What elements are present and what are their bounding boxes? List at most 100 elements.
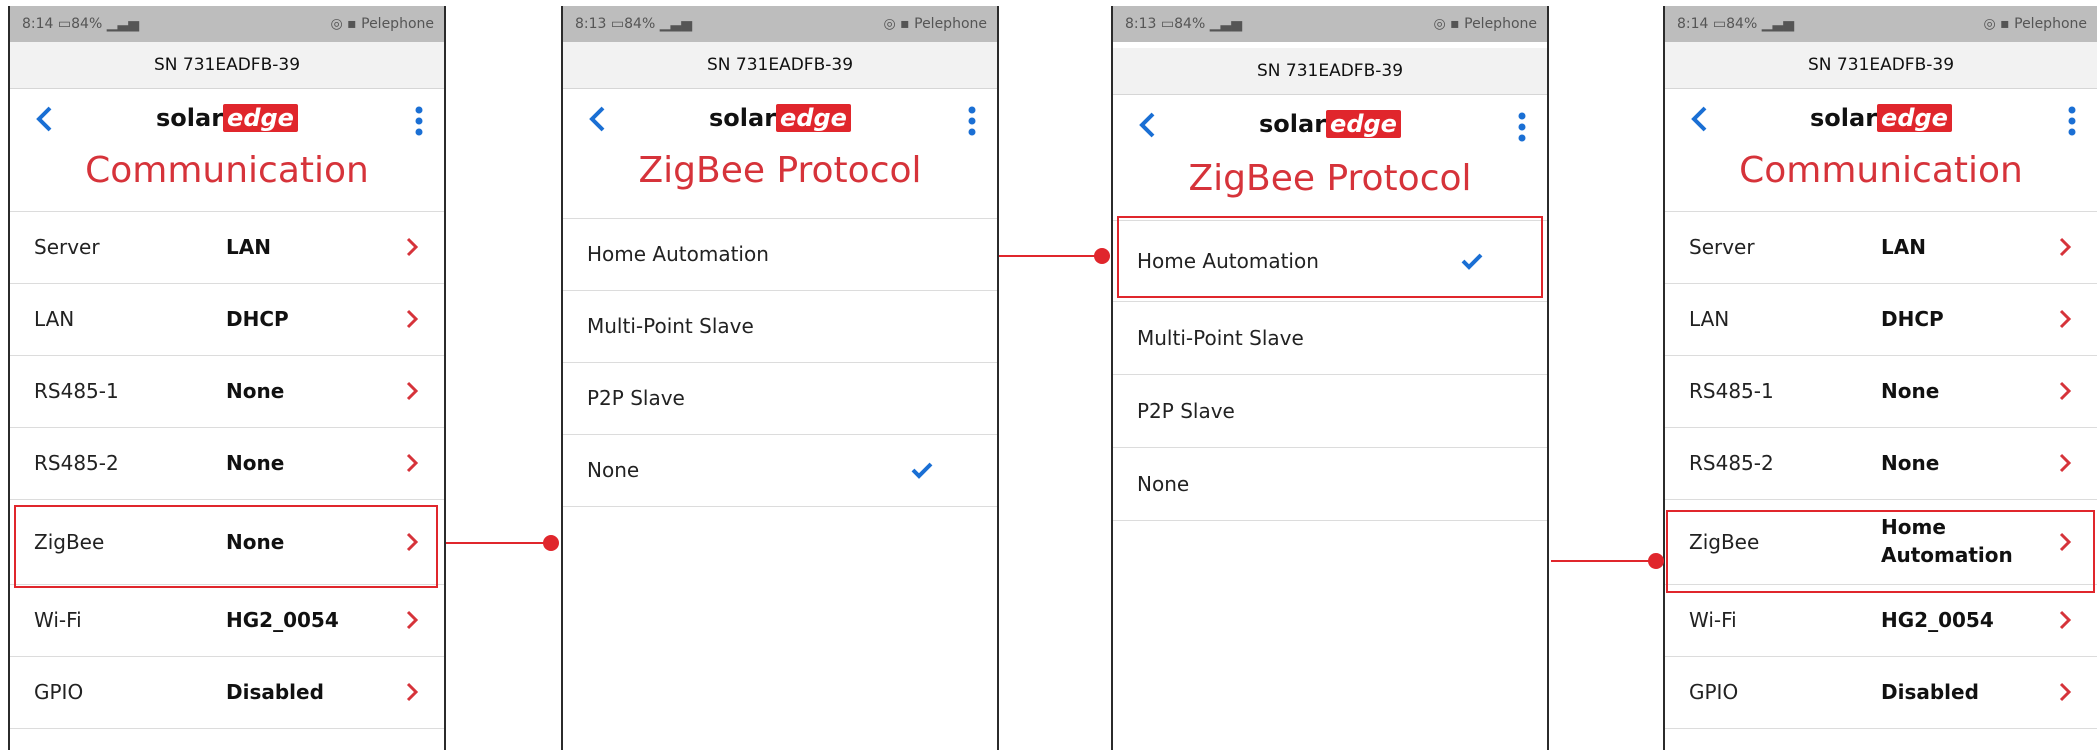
camera-icon: ◎ bbox=[1433, 16, 1446, 32]
list-item-wifi[interactable]: Wi-Fi HG2_0054 bbox=[10, 585, 444, 657]
more-menu-icon[interactable] bbox=[414, 106, 424, 136]
status-time: 8:13 bbox=[1125, 16, 1157, 32]
checkmark-icon bbox=[911, 462, 933, 479]
serial-number: SN 731EADFB-39 bbox=[1665, 42, 2097, 89]
chevron-right-icon bbox=[406, 453, 419, 473]
connector-line-1 bbox=[446, 542, 550, 544]
phone-screen-zigbee-protocol-after: 8:13 ▭84% ▁▃▅ ◎ ▪ Pelephone SN 731EADFB-… bbox=[1111, 6, 1549, 750]
list-item-gpio[interactable]: GPIO Disabled bbox=[10, 657, 444, 729]
chevron-right-icon bbox=[2059, 532, 2072, 552]
battery-level: 84% bbox=[1726, 16, 1758, 32]
list-item-zigbee[interactable]: ZigBee None bbox=[10, 500, 444, 585]
row-value: None bbox=[226, 530, 285, 554]
chevron-right-icon bbox=[406, 682, 419, 702]
row-value: HG2_0054 bbox=[1881, 608, 1994, 632]
status-bar: 8:13 ▭84% ▁▃▅ ◎ ▪ Pelephone bbox=[1113, 6, 1547, 42]
option-multi-point-slave[interactable]: Multi-Point Slave bbox=[563, 291, 997, 363]
option-none[interactable]: None bbox=[563, 435, 997, 507]
chevron-right-icon bbox=[2059, 453, 2072, 473]
option-none[interactable]: None bbox=[1113, 448, 1547, 521]
row-value: LAN bbox=[1881, 235, 1926, 259]
option-label: Multi-Point Slave bbox=[1137, 326, 1304, 350]
option-p2p-slave[interactable]: P2P Slave bbox=[563, 363, 997, 435]
more-menu-icon[interactable] bbox=[967, 106, 977, 136]
row-label: GPIO bbox=[1689, 680, 1739, 704]
battery-level: 84% bbox=[624, 16, 656, 32]
option-label: P2P Slave bbox=[1137, 399, 1235, 423]
option-home-automation[interactable]: Home Automation bbox=[563, 219, 997, 291]
signal-icon: ▁▃▅ bbox=[659, 16, 693, 32]
list-item-wifi[interactable]: Wi-Fi HG2_0054 bbox=[1665, 585, 2097, 657]
list-item-server[interactable]: Server LAN bbox=[1665, 212, 2097, 284]
carrier-name: Pelephone bbox=[1464, 16, 1537, 32]
page-title: ZigBee Protocol bbox=[638, 150, 922, 191]
signal-icon: ▁▃▅ bbox=[1761, 16, 1795, 32]
row-label: Wi-Fi bbox=[34, 608, 82, 632]
signal-icon: ▁▃▅ bbox=[1209, 16, 1243, 32]
list-item-rs485-1[interactable]: RS485-1 None bbox=[1665, 356, 2097, 428]
serial-number: SN 731EADFB-39 bbox=[1113, 48, 1547, 95]
list-item-gpio[interactable]: GPIO Disabled bbox=[1665, 657, 2097, 729]
list-item-rs485-2[interactable]: RS485-2 None bbox=[1665, 428, 2097, 500]
row-label: RS485-2 bbox=[34, 451, 119, 475]
carrier-name: Pelephone bbox=[361, 16, 434, 32]
settings-list: Server LAN LAN DHCP RS485-1 None RS485-2 Non… bbox=[10, 211, 444, 729]
row-label: ZigBee bbox=[34, 530, 105, 554]
list-item-rs485-2[interactable]: RS485-2 None bbox=[10, 428, 444, 500]
option-label: Multi-Point Slave bbox=[587, 314, 754, 338]
option-home-automation[interactable]: Home Automation bbox=[1113, 221, 1547, 302]
status-time: 8:14 bbox=[22, 16, 54, 32]
protocol-list: Home Automation Multi-Point Slave P2P Sl… bbox=[1113, 220, 1547, 521]
more-menu-icon[interactable] bbox=[2067, 106, 2077, 136]
row-value: None bbox=[226, 451, 285, 475]
chevron-right-icon bbox=[2059, 610, 2072, 630]
list-item-lan[interactable]: LAN DHCP bbox=[10, 284, 444, 356]
row-label: RS485-1 bbox=[34, 379, 119, 403]
row-value: DHCP bbox=[1881, 307, 1944, 331]
more-menu-icon[interactable] bbox=[1517, 112, 1527, 142]
option-p2p-slave[interactable]: P2P Slave bbox=[1113, 375, 1547, 448]
protocol-list: Home Automation Multi-Point Slave P2P Sl… bbox=[563, 218, 997, 507]
serial-number: SN 731EADFB-39 bbox=[563, 42, 997, 89]
chevron-right-icon bbox=[2059, 237, 2072, 257]
row-label: Server bbox=[1689, 235, 1755, 259]
row-label: ZigBee bbox=[1689, 530, 1760, 554]
list-item-lan[interactable]: LAN DHCP bbox=[1665, 284, 2097, 356]
phone-screen-communication-before: 8:14 ▭84% ▁▃▅ ◎ ▪ Pelephone SN 731EADFB-… bbox=[8, 6, 446, 750]
list-item-rs485-1[interactable]: RS485-1 None bbox=[10, 356, 444, 428]
battery-icon: ▭ bbox=[1712, 16, 1727, 32]
connector-line-3 bbox=[1551, 560, 1655, 562]
page-title: Communication bbox=[85, 150, 369, 191]
option-label: Home Automation bbox=[587, 242, 769, 266]
chevron-right-icon bbox=[406, 309, 419, 329]
solaredge-logo: solar edge bbox=[1665, 104, 2097, 132]
camera-icon: ◎ bbox=[1983, 16, 1996, 32]
phone-screen-zigbee-protocol-before: 8:13 ▭84% ▁▃▅ ◎ ▪ Pelephone SN 731EADFB-… bbox=[561, 6, 999, 750]
row-label: Wi-Fi bbox=[1689, 608, 1737, 632]
battery-icon: ▭ bbox=[610, 16, 625, 32]
status-time: 8:14 bbox=[1677, 16, 1709, 32]
serial-number: SN 731EADFB-39 bbox=[10, 42, 444, 89]
solaredge-logo: solar edge bbox=[563, 104, 997, 132]
battery-level: 84% bbox=[71, 16, 103, 32]
battery-icon: ▭ bbox=[57, 16, 72, 32]
chevron-right-icon bbox=[406, 610, 419, 630]
connector-dot-2 bbox=[1094, 248, 1110, 264]
solaredge-logo: solar edge bbox=[1113, 110, 1547, 138]
row-value: Disabled bbox=[226, 680, 324, 704]
row-value: Disabled bbox=[1881, 680, 1979, 704]
camera-icon: ◎ bbox=[883, 16, 896, 32]
row-value: None bbox=[1881, 451, 1940, 475]
battery-level: 84% bbox=[1174, 16, 1206, 32]
row-value: Home Automation bbox=[1881, 515, 2013, 567]
option-multi-point-slave[interactable]: Multi-Point Slave bbox=[1113, 302, 1547, 375]
carrier-name: Pelephone bbox=[914, 16, 987, 32]
battery-icon: ▭ bbox=[1160, 16, 1175, 32]
chevron-right-icon bbox=[2059, 682, 2072, 702]
option-label: Home Automation bbox=[1137, 249, 1319, 273]
chevron-right-icon bbox=[2059, 381, 2072, 401]
list-item-zigbee[interactable]: ZigBee Home Automation bbox=[1665, 500, 2097, 585]
status-bar: 8:13 ▭84% ▁▃▅ ◎ ▪ Pelephone bbox=[563, 6, 997, 42]
list-item-server[interactable]: Server LAN bbox=[10, 212, 444, 284]
connector-line-2 bbox=[999, 255, 1101, 257]
